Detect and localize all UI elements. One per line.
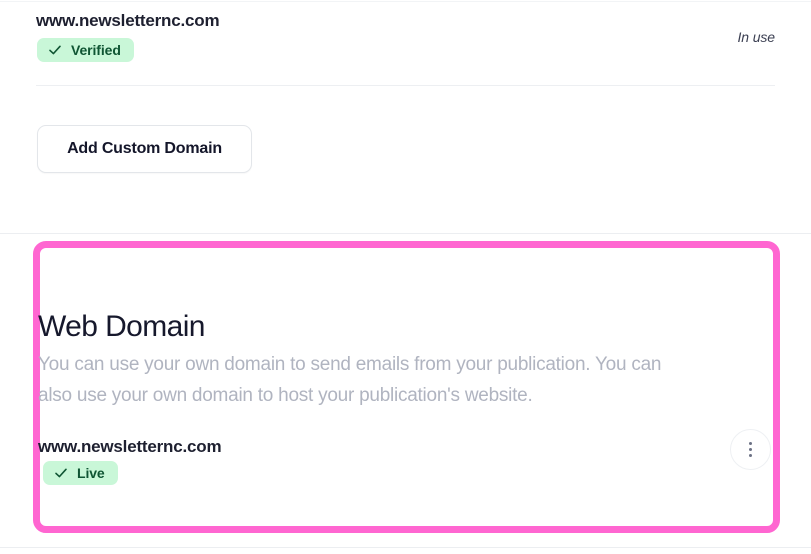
check-icon [48, 43, 62, 57]
web-domain-section: Web Domain You can use your own domain t… [0, 234, 811, 547]
web-domain-title: Web Domain [38, 309, 205, 343]
web-domain-description: You can use your own domain to send emai… [38, 354, 662, 406]
check-icon [54, 466, 68, 480]
custom-domain-name: www.newsletternc.com [36, 11, 220, 30]
kebab-menu-icon[interactable] [730, 429, 771, 470]
section-divider [36, 85, 775, 86]
custom-domain-section: www.newsletternc.com Verified In use Add… [0, 0, 811, 233]
status-badge-label: Live [77, 465, 105, 481]
status-badge-label: Verified [71, 42, 121, 58]
kebab-dot [749, 448, 752, 451]
settings-domains-page: www.newsletternc.com Verified In use Add… [0, 0, 811, 554]
status-badge-verified: Verified [37, 38, 134, 62]
page-bottom-divider [0, 547, 811, 548]
kebab-dot [749, 454, 752, 457]
kebab-dot [749, 442, 752, 445]
add-custom-domain-button[interactable]: Add Custom Domain [37, 125, 252, 173]
status-badge-live: Live [43, 461, 118, 485]
in-use-label: In use [737, 29, 775, 45]
web-domain-name: www.newsletternc.com [38, 437, 222, 456]
